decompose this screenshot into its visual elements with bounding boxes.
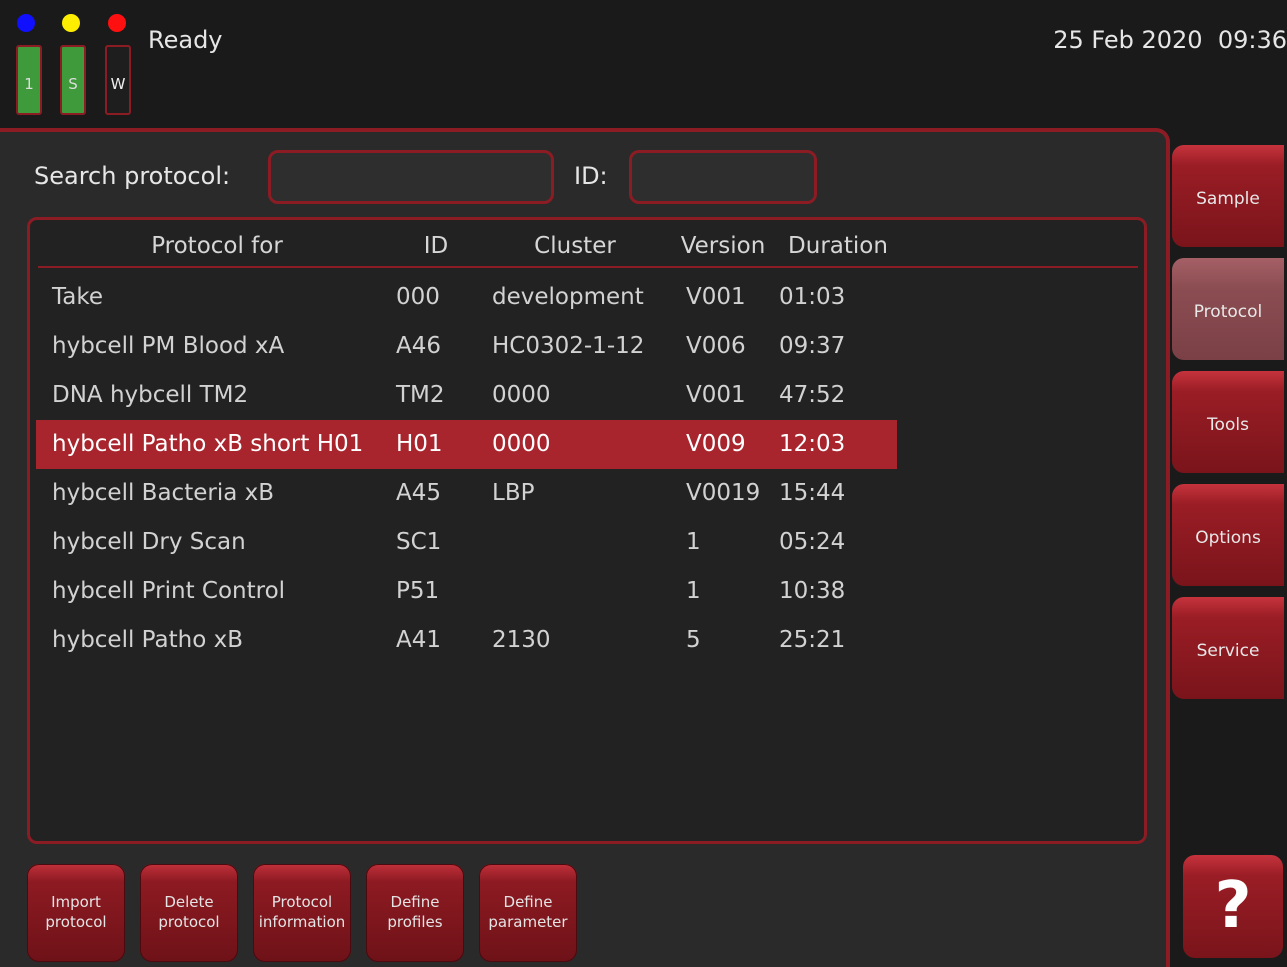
cell-protocol: DNA hybcell TM2 [52, 382, 249, 408]
search-protocol-label: Search protocol: [34, 162, 231, 190]
search-protocol-input[interactable] [268, 150, 554, 204]
cell-protocol: hybcell Patho xB [52, 627, 243, 653]
protocol-information-label-line1: Protocol [271, 893, 333, 911]
protocol-list[interactable]: Protocol for ID Cluster Version Duration… [27, 217, 1147, 844]
cell-cluster: 0000 [492, 382, 551, 408]
cell-protocol: hybcell Dry Scan [52, 529, 246, 555]
cell-protocol: hybcell Print Control [52, 578, 286, 604]
tab-tools[interactable]: Tools [1172, 371, 1284, 473]
define-profiles-label-line2: profiles [387, 913, 443, 931]
cell-cluster: HC0302-1-12 [492, 333, 645, 359]
define-parameter-button[interactable]: Define parameter [479, 864, 577, 962]
cell-id: A46 [396, 333, 442, 359]
cell-version: V001 [686, 284, 746, 310]
cell-cluster: LBP [492, 480, 535, 506]
slot-s-indicator: S [60, 45, 86, 115]
table-row[interactable]: hybcell PM Blood xA A46 HC0302-1-12 V006… [36, 322, 897, 371]
cell-id: A45 [396, 480, 442, 506]
table-row[interactable]: hybcell Dry Scan SC1 1 05:24 [36, 518, 897, 567]
cell-protocol: hybcell Patho xB short H01 [52, 431, 364, 457]
table-row[interactable]: hybcell Patho xB A41 2130 5 25:21 [36, 616, 897, 665]
delete-protocol-button[interactable]: Delete protocol [140, 864, 238, 962]
cell-version: V009 [686, 431, 746, 457]
cell-id: 000 [396, 284, 440, 310]
cell-version: V0019 [686, 480, 761, 506]
cell-id: TM2 [396, 382, 445, 408]
cell-duration: 09:37 [779, 333, 846, 359]
help-button[interactable]: ? [1183, 855, 1283, 958]
led-red-icon [108, 14, 126, 32]
led-blue-icon [17, 14, 35, 32]
cell-version: 1 [686, 529, 701, 555]
cell-cluster: 0000 [492, 431, 551, 457]
delete-protocol-label-line2: protocol [158, 913, 220, 931]
cell-version: V006 [686, 333, 746, 359]
table-row[interactable]: hybcell Print Control P51 1 10:38 [36, 567, 897, 616]
header-divider [38, 266, 1138, 268]
table-row[interactable]: Take 000 development V001 01:03 [36, 273, 897, 322]
cell-duration: 05:24 [779, 529, 846, 555]
column-header-duration[interactable]: Duration [782, 233, 894, 259]
cell-duration: 10:38 [779, 578, 846, 604]
id-label: ID: [574, 162, 608, 190]
table-row[interactable]: hybcell Bacteria xB A45 LBP V0019 15:44 [36, 469, 897, 518]
cell-duration: 47:52 [779, 382, 846, 408]
cell-protocol: hybcell Bacteria xB [52, 480, 275, 506]
status-bar: 1 S W Ready 25 Feb 2020 09:36 [0, 0, 1287, 128]
cell-cluster: development [492, 284, 644, 310]
table-row[interactable]: DNA hybcell TM2 TM2 0000 V001 47:52 [36, 371, 897, 420]
cell-id: SC1 [396, 529, 442, 555]
tab-sample[interactable]: Sample [1172, 145, 1284, 247]
column-header-id[interactable]: ID [408, 233, 464, 259]
tab-options[interactable]: Options [1172, 484, 1284, 586]
table-header: Protocol for ID Cluster Version Duration [30, 220, 1142, 268]
date-time: 25 Feb 2020 09:36 [1053, 26, 1287, 54]
import-protocol-label-line1: Import [51, 893, 101, 911]
define-parameter-label-line2: parameter [488, 913, 568, 931]
cell-version: V001 [686, 382, 746, 408]
question-mark-icon: ? [1214, 869, 1252, 943]
id-input[interactable] [629, 150, 817, 204]
cell-duration: 01:03 [779, 284, 846, 310]
protocol-information-label-line2: information [258, 913, 346, 931]
column-header-cluster[interactable]: Cluster [510, 233, 640, 259]
define-parameter-label-line1: Define [503, 893, 553, 911]
define-profiles-label-line1: Define [390, 893, 440, 911]
cell-protocol: Take [52, 284, 103, 310]
cell-cluster: 2130 [492, 627, 551, 653]
slot-w-indicator: W [105, 45, 131, 115]
led-yellow-icon [62, 14, 80, 32]
import-protocol-button[interactable]: Import protocol [27, 864, 125, 962]
cell-id: H01 [396, 431, 443, 457]
cell-version: 5 [686, 627, 701, 653]
slot-1-indicator: 1 [16, 45, 42, 115]
cell-duration: 12:03 [779, 431, 846, 457]
cell-duration: 15:44 [779, 480, 846, 506]
delete-protocol-label-line1: Delete [164, 893, 214, 911]
define-profiles-button[interactable]: Define profiles [366, 864, 464, 962]
tab-protocol[interactable]: Protocol [1172, 258, 1284, 360]
status-text: Ready [148, 26, 223, 54]
protocol-information-button[interactable]: Protocol information [253, 864, 351, 962]
cell-id: P51 [396, 578, 440, 604]
cell-id: A41 [396, 627, 442, 653]
tab-service[interactable]: Service [1172, 597, 1284, 699]
cell-protocol: hybcell PM Blood xA [52, 333, 285, 359]
cell-version: 1 [686, 578, 701, 604]
protocol-panel: Search protocol: ID: Protocol for ID Clu… [0, 128, 1170, 967]
column-header-version[interactable]: Version [678, 233, 768, 259]
cell-duration: 25:21 [779, 627, 846, 653]
column-header-protocol[interactable]: Protocol for [142, 233, 292, 259]
table-row-selected[interactable]: hybcell Patho xB short H01 H01 0000 V009… [36, 420, 897, 469]
import-protocol-label-line2: protocol [45, 913, 107, 931]
